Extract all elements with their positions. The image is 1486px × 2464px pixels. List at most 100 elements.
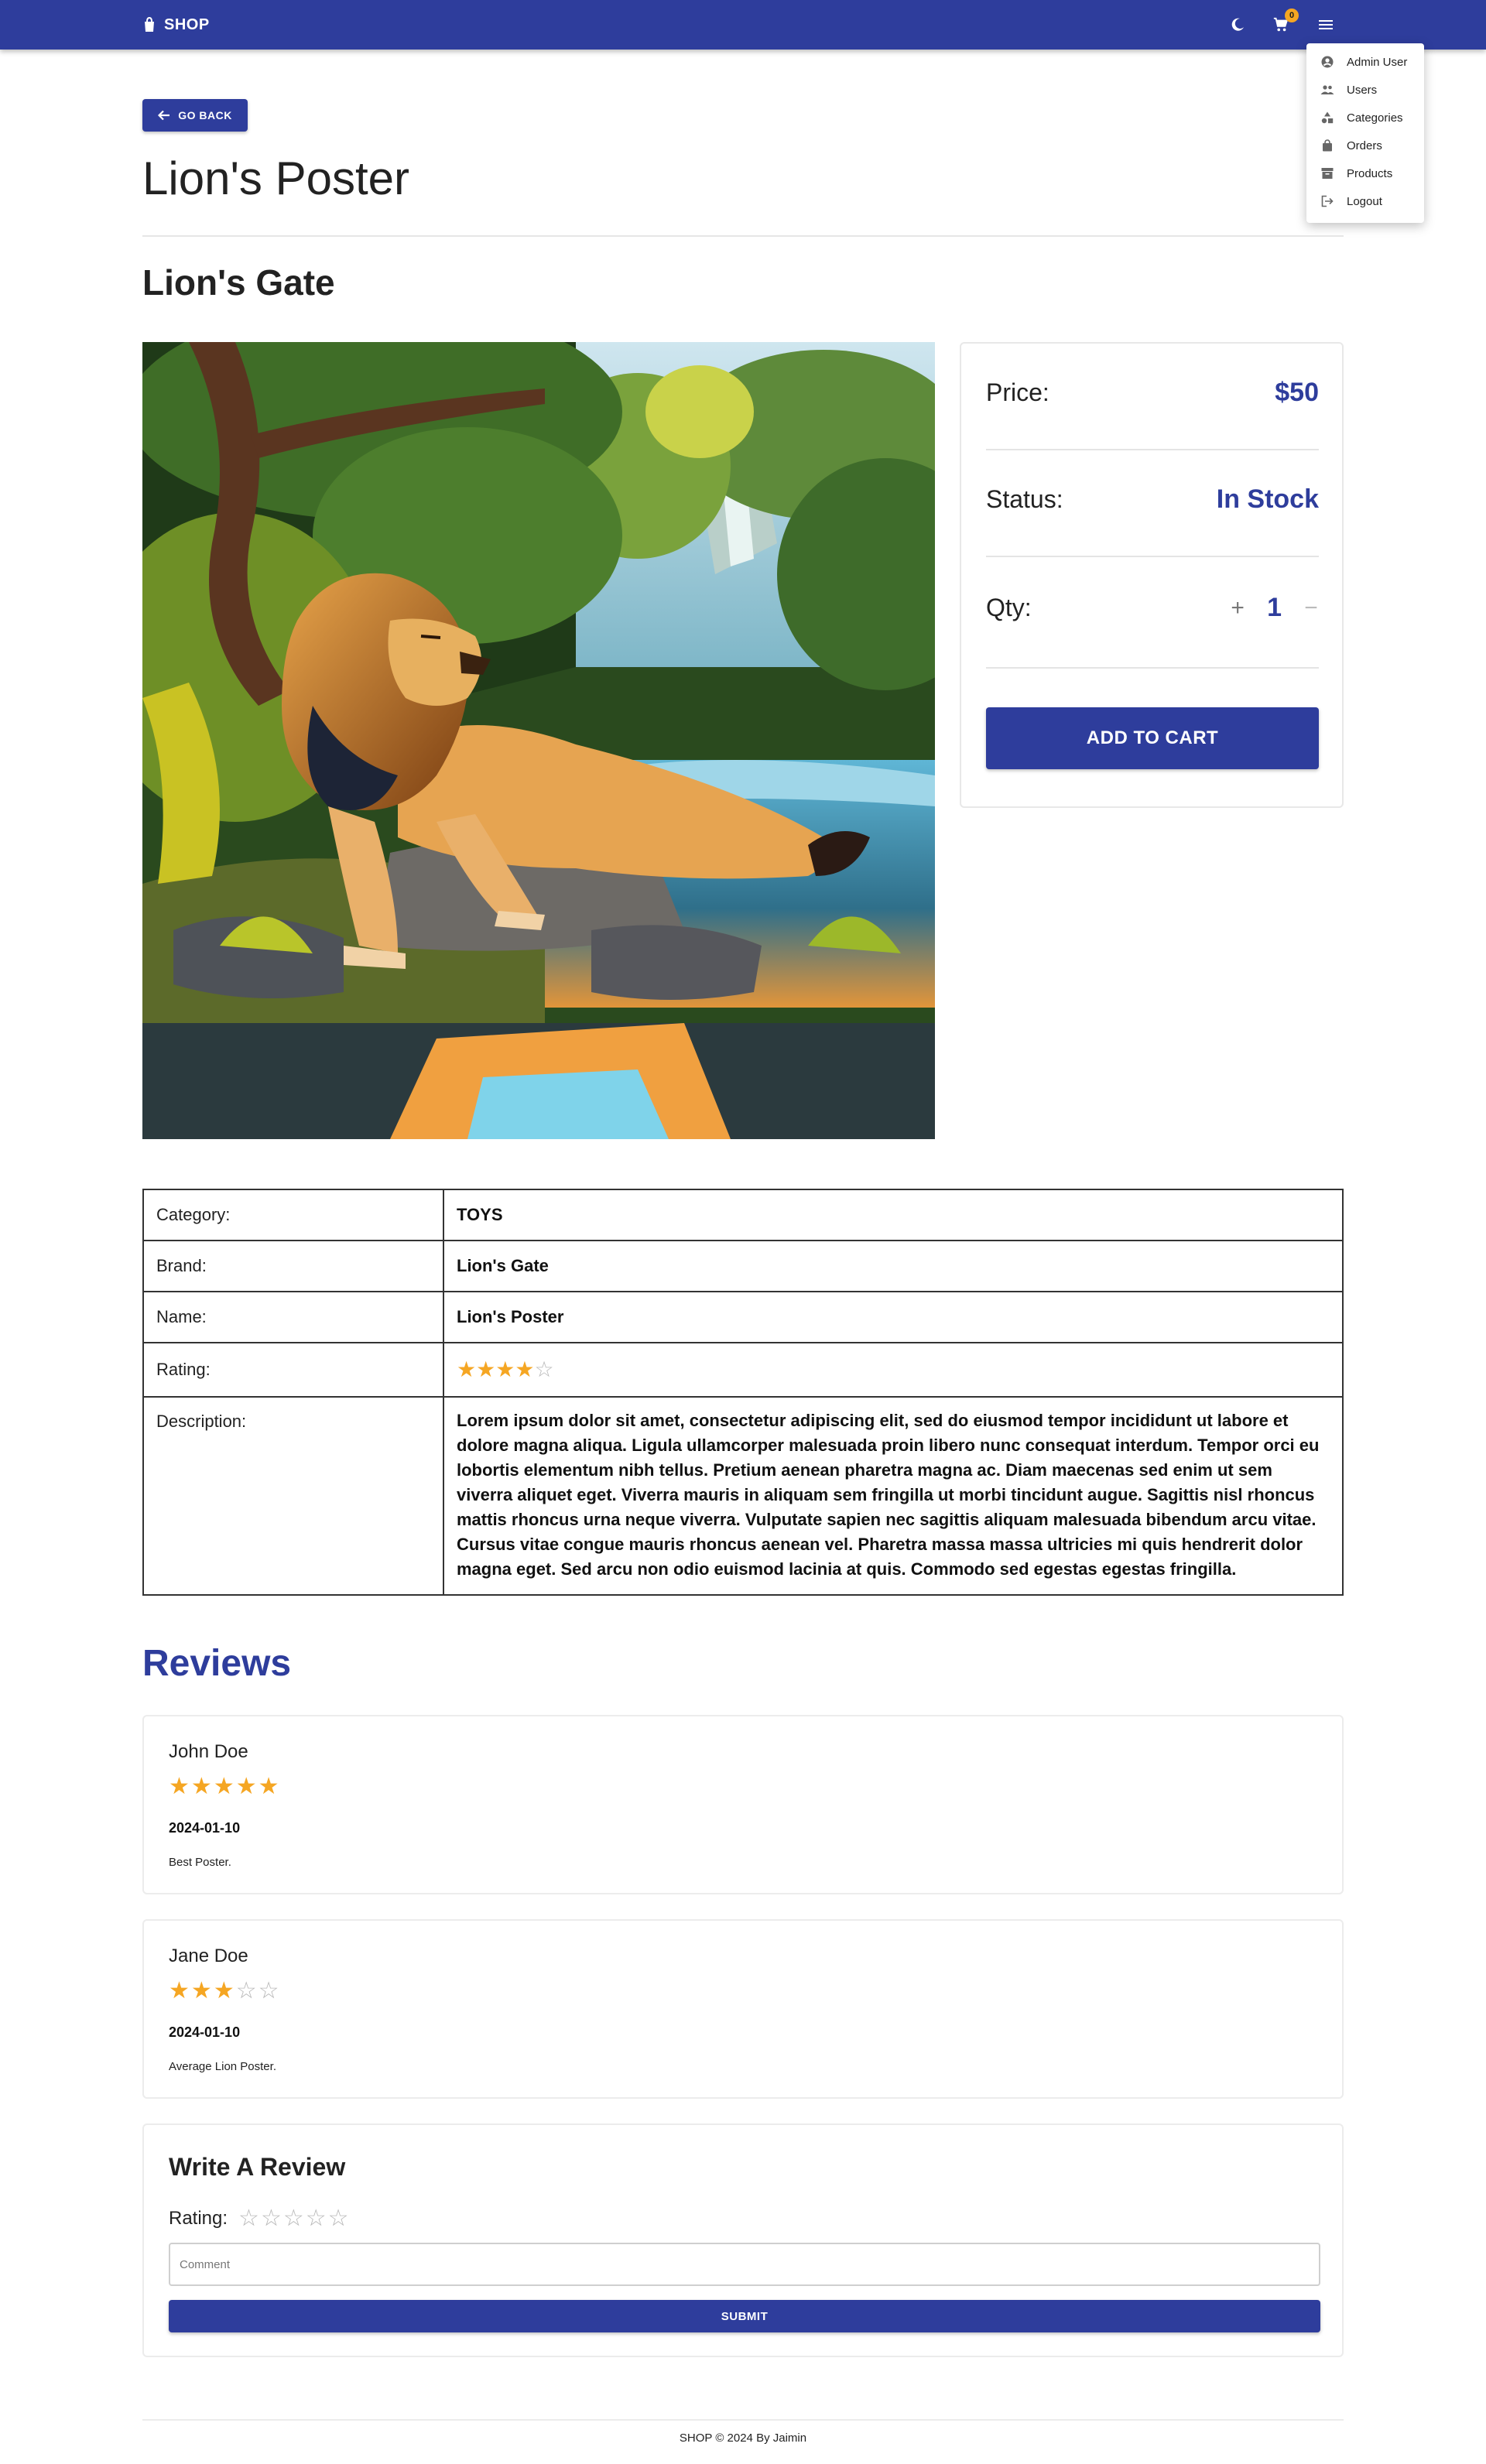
star-filled-icon: ★ xyxy=(476,1357,496,1381)
table-row: Category: TOYS xyxy=(142,1189,1344,1241)
reviewer-name: John Doe xyxy=(169,1741,248,1762)
menu-item-products[interactable]: Products xyxy=(1306,159,1424,187)
title-divider xyxy=(142,235,1344,237)
table-row: Name: Lion's Poster xyxy=(142,1291,1344,1343)
star-filled-icon: ★ xyxy=(213,1774,235,1799)
star-empty-icon: ☆ xyxy=(235,1978,257,2004)
star-empty-icon[interactable]: ☆ xyxy=(261,2207,282,2230)
star-filled-icon: ★ xyxy=(457,1357,477,1381)
quantity-stepper: + 1 − xyxy=(1230,593,1319,623)
brand-name: SHOP xyxy=(164,15,210,33)
write-review-title: Write A Review xyxy=(169,2153,346,2181)
star-filled-icon: ★ xyxy=(213,1978,235,2004)
table-row: Rating: ★★★★☆ xyxy=(142,1342,1344,1398)
menu-item-label: Admin User xyxy=(1347,55,1408,69)
category-value: TOYS xyxy=(443,1189,1344,1241)
menu-item-logout[interactable]: Logout xyxy=(1306,187,1424,215)
star-filled-icon: ★ xyxy=(258,1774,279,1799)
star-filled-icon: ★ xyxy=(190,1978,212,2004)
write-review-card: Write A Review Rating: ☆☆☆☆☆ SUBMIT xyxy=(142,2123,1344,2357)
account-circle-icon xyxy=(1320,55,1334,69)
qty-increase-button[interactable]: + xyxy=(1230,595,1245,621)
price-value: $50 xyxy=(1275,378,1319,407)
star-filled-icon: ★ xyxy=(495,1357,515,1381)
star-empty-icon: ☆ xyxy=(258,1978,279,2004)
qty-decrease-button[interactable]: − xyxy=(1303,595,1319,621)
group-icon xyxy=(1320,83,1334,97)
row-divider xyxy=(986,667,1319,669)
star-empty-icon[interactable]: ☆ xyxy=(306,2207,327,2230)
dark-mode-toggle[interactable] xyxy=(1226,13,1249,36)
arrow-left-icon xyxy=(158,110,170,121)
menu-item-users[interactable]: Users xyxy=(1306,76,1424,104)
rating-label: Rating: xyxy=(142,1342,444,1398)
star-empty-icon[interactable]: ☆ xyxy=(238,2207,259,2230)
menu-item-label: Categories xyxy=(1347,111,1403,125)
star-empty-icon[interactable]: ☆ xyxy=(283,2207,304,2230)
row-divider xyxy=(986,449,1319,450)
menu-item-admin-user[interactable]: Admin User xyxy=(1306,48,1424,76)
review-comment: Average Lion Poster. xyxy=(169,2060,276,2073)
cart-button[interactable]: 0 xyxy=(1269,9,1299,36)
menu-item-categories[interactable]: Categories xyxy=(1306,104,1424,132)
dark-mode-moon-icon xyxy=(1231,18,1244,31)
product-image xyxy=(142,342,935,1139)
logout-icon xyxy=(1320,194,1334,208)
status-value: In Stock xyxy=(1216,484,1319,514)
brand-value: Lion's Gate xyxy=(443,1240,1344,1292)
qty-value: 1 xyxy=(1267,593,1282,622)
reviewer-name: Jane Doe xyxy=(169,1946,248,1966)
purchase-card: Price: $50 Status: In Stock Qty: + 1 − A… xyxy=(960,342,1344,808)
menu-item-orders[interactable]: Orders xyxy=(1306,132,1424,159)
rating-stars: ★★★★☆ xyxy=(457,1358,554,1381)
footer-divider xyxy=(142,2419,1344,2421)
menu-item-label: Products xyxy=(1347,166,1393,180)
reviews-heading: Reviews xyxy=(142,1643,292,1684)
comment-input[interactable] xyxy=(169,2243,1320,2286)
star-filled-icon: ★ xyxy=(190,1774,212,1799)
menu-button[interactable] xyxy=(1314,13,1337,36)
price-row: Price: $50 xyxy=(986,378,1319,408)
description-value: Lorem ipsum dolor sit amet, consectetur … xyxy=(443,1396,1344,1596)
inventory-icon xyxy=(1320,166,1334,180)
review-stars: ★ ★ ★ ☆ ☆ xyxy=(169,1980,279,2003)
name-value: Lion's Poster xyxy=(443,1291,1344,1343)
brand-link[interactable]: SHOP xyxy=(142,0,210,50)
shopping-bag-icon xyxy=(1320,139,1334,152)
menu-hamburger-icon xyxy=(1319,20,1333,29)
star-empty-icon[interactable]: ☆ xyxy=(328,2207,349,2230)
table-row: Brand: Lion's Gate xyxy=(142,1240,1344,1292)
page-title: Lion's Poster xyxy=(142,152,409,204)
star-empty-icon: ☆ xyxy=(534,1357,554,1381)
go-back-label: GO BACK xyxy=(178,109,232,121)
store-logo-icon xyxy=(145,17,154,32)
user-menu: Admin User Users Categories Orders Produ… xyxy=(1306,43,1424,223)
product-details-table: Category: TOYS Brand: Lion's Gate Name: … xyxy=(142,1189,1344,1596)
price-label: Price: xyxy=(986,378,1049,406)
star-filled-icon: ★ xyxy=(235,1774,257,1799)
add-to-cart-button[interactable]: ADD TO CART xyxy=(986,707,1319,769)
star-filled-icon: ★ xyxy=(169,1774,190,1799)
review-card: Jane Doe ★ ★ ★ ☆ ☆ 2024-01-10 Average Lion P… xyxy=(142,1919,1344,2099)
lion-poster-image xyxy=(142,342,935,1139)
menu-item-label: Orders xyxy=(1347,139,1382,152)
name-label: Name: xyxy=(142,1291,444,1343)
review-rating-row: Rating: ☆ ☆ ☆ ☆ ☆ xyxy=(169,2207,349,2230)
qty-row: Qty: + 1 − xyxy=(986,593,1319,623)
rating-value: ★★★★☆ xyxy=(443,1342,1344,1398)
star-filled-icon: ★ xyxy=(515,1357,535,1381)
review-stars: ★ ★ ★ ★ ★ xyxy=(169,1775,279,1798)
star-filled-icon: ★ xyxy=(169,1978,190,2004)
review-card: John Doe ★ ★ ★ ★ ★ 2024-01-10 Best Poster. xyxy=(142,1715,1344,1894)
review-rating-label: Rating: xyxy=(169,2208,228,2229)
review-date: 2024-01-10 xyxy=(169,1820,241,1836)
go-back-button[interactable]: GO BACK xyxy=(142,99,248,132)
status-row: Status: In Stock xyxy=(986,484,1319,515)
brand-heading: Lion's Gate xyxy=(142,262,335,303)
app-bar: SHOP 0 xyxy=(0,0,1486,50)
category-label: Category: xyxy=(142,1189,444,1241)
row-divider xyxy=(986,556,1319,557)
submit-review-button[interactable]: SUBMIT xyxy=(169,2300,1320,2332)
footer-text: SHOP © 2024 By Jaimin xyxy=(679,2431,807,2445)
review-rating-input[interactable]: ☆ ☆ ☆ ☆ ☆ xyxy=(238,2207,349,2230)
